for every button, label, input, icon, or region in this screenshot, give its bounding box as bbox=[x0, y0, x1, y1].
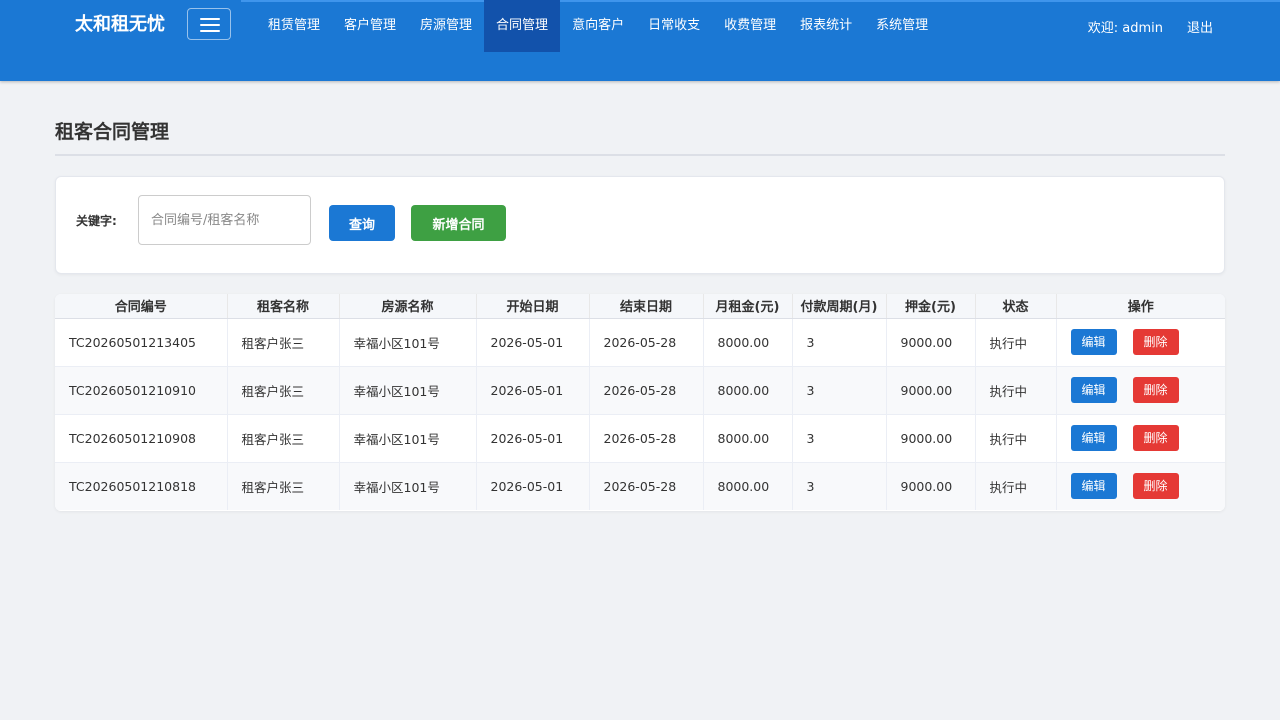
col-monthly-rent-cell: 8000.00 bbox=[703, 318, 793, 367]
col-status-cell: 执行中 bbox=[975, 414, 1057, 463]
actions-cell: 编辑 删除 bbox=[1056, 462, 1225, 510]
delete-button[interactable]: 删除 bbox=[1132, 329, 1179, 355]
table-header-row: 合同编号 租客名称 房源名称 开始日期 结束日期 月租金(元) 付款周期(月) 押金(元) 状态… bbox=[55, 294, 1225, 319]
col-monthly-rent-header: 月租金(元) bbox=[703, 294, 793, 319]
col-tenant-name-cell: 租客户张三 bbox=[227, 462, 340, 510]
col-property-name-cell: 幸福小区101号 bbox=[339, 414, 477, 463]
logout-link[interactable]: 退出 bbox=[1187, 17, 1213, 36]
add-contract-button[interactable]: 新增合同 bbox=[411, 205, 506, 241]
col-end-date-cell: 2026-05-28 bbox=[589, 318, 704, 367]
nav-item-system[interactable]: 系统管理 bbox=[864, 0, 940, 52]
col-deposit-cell: 9000.00 bbox=[886, 318, 976, 367]
col-monthly-rent-cell: 8000.00 bbox=[703, 414, 793, 463]
col-contract-no-cell: TC20260501213405 bbox=[55, 318, 228, 367]
col-status-cell: 执行中 bbox=[975, 366, 1057, 415]
table-row: TC20260501210908 租客户张三 幸福小区101号 2026-05-01 2… bbox=[55, 414, 1225, 463]
edit-button[interactable]: 编辑 bbox=[1070, 425, 1117, 451]
col-status-cell: 执行中 bbox=[975, 318, 1057, 367]
col-property-name-cell: 幸福小区101号 bbox=[339, 462, 477, 510]
col-monthly-rent-cell: 8000.00 bbox=[703, 462, 793, 510]
delete-button[interactable]: 删除 bbox=[1132, 425, 1179, 451]
col-property-name-cell: 幸福小区101号 bbox=[339, 318, 477, 367]
title-divider bbox=[55, 154, 1225, 156]
col-payment-cycle-cell: 3 bbox=[792, 462, 887, 510]
col-actions-header: 操作 bbox=[1056, 294, 1225, 319]
main-nav: 租赁管理 客户管理 房源管理 合同管理 意向客户 日常收支 收费管理 报表统计 系统管理 bbox=[256, 0, 940, 52]
nav-item-rental[interactable]: 租赁管理 bbox=[256, 0, 332, 52]
nav-item-daily-finance[interactable]: 日常收支 bbox=[636, 0, 712, 52]
col-contract-no-header: 合同编号 bbox=[55, 294, 228, 319]
col-deposit-cell: 9000.00 bbox=[886, 462, 976, 510]
col-start-date-cell: 2026-05-01 bbox=[476, 414, 590, 463]
col-payment-cycle-cell: 3 bbox=[792, 414, 887, 463]
col-end-date-cell: 2026-05-28 bbox=[589, 414, 704, 463]
search-panel: 关键字: 查询 新增合同 bbox=[55, 176, 1225, 274]
nav-item-prospect[interactable]: 意向客户 bbox=[560, 0, 636, 52]
welcome-text: 欢迎: admin bbox=[1087, 20, 1163, 36]
query-button[interactable]: 查询 bbox=[329, 205, 395, 241]
edit-button[interactable]: 编辑 bbox=[1070, 377, 1117, 403]
col-start-date-header: 开始日期 bbox=[476, 294, 590, 319]
edit-button[interactable]: 编辑 bbox=[1070, 473, 1117, 500]
col-tenant-name-cell: 租客户张三 bbox=[227, 414, 340, 463]
contract-table-card: 合同编号 租客名称 房源名称 开始日期 结束日期 月租金(元) 付款周期(月) 押金(元) 状态… bbox=[55, 294, 1225, 511]
menu-toggle-button[interactable] bbox=[187, 8, 231, 40]
col-payment-cycle-cell: 3 bbox=[792, 366, 887, 415]
contract-table: 合同编号 租客名称 房源名称 开始日期 结束日期 月租金(元) 付款周期(月) 押金(元) 状态… bbox=[55, 294, 1225, 510]
nav-item-property[interactable]: 房源管理 bbox=[408, 0, 484, 52]
actions-cell: 编辑 删除 bbox=[1056, 414, 1225, 463]
col-monthly-rent-cell: 8000.00 bbox=[703, 366, 793, 415]
user-area: 欢迎: admin 退出 bbox=[1088, 0, 1213, 52]
col-deposit-cell: 9000.00 bbox=[886, 414, 976, 463]
keyword-search-input[interactable] bbox=[138, 195, 311, 245]
col-contract-no-cell: TC20260501210818 bbox=[55, 462, 228, 510]
delete-button[interactable]: 删除 bbox=[1132, 377, 1179, 403]
col-start-date-cell: 2026-05-01 bbox=[476, 366, 590, 415]
delete-button[interactable]: 删除 bbox=[1132, 473, 1179, 500]
nav-item-customer[interactable]: 客户管理 bbox=[332, 0, 408, 52]
nav-item-contract[interactable]: 合同管理 bbox=[484, 0, 561, 52]
table-row: TC20260501210818 租客户张三 幸福小区101号 2026-05-01 2… bbox=[55, 462, 1225, 510]
table-body: TC20260501213405 租客户张三 幸福小区101号 2026-05-01 2… bbox=[55, 318, 1225, 510]
edit-button[interactable]: 编辑 bbox=[1070, 329, 1117, 355]
col-end-date-cell: 2026-05-28 bbox=[589, 462, 704, 510]
col-start-date-cell: 2026-05-01 bbox=[476, 462, 590, 510]
col-tenant-name-cell: 租客户张三 bbox=[227, 318, 340, 367]
col-end-date-header: 结束日期 bbox=[589, 294, 704, 319]
col-deposit-header: 押金(元) bbox=[886, 294, 976, 319]
col-payment-cycle-cell: 3 bbox=[792, 318, 887, 367]
nav-item-charges[interactable]: 收费管理 bbox=[712, 0, 788, 52]
page-title: 租客合同管理 bbox=[55, 121, 170, 143]
col-property-name-cell: 幸福小区101号 bbox=[339, 366, 477, 415]
actions-cell: 编辑 删除 bbox=[1056, 318, 1225, 367]
col-end-date-cell: 2026-05-28 bbox=[589, 366, 704, 415]
table-row: TC20260501213405 租客户张三 幸福小区101号 2026-05-01 2… bbox=[55, 318, 1225, 367]
col-start-date-cell: 2026-05-01 bbox=[476, 318, 590, 367]
top-navbar: 太和租无忧 租赁管理 客户管理 房源管理 合同管理 意向客户 日常收支 收费管理 报表统计 系统… bbox=[0, 0, 1280, 81]
col-deposit-cell: 9000.00 bbox=[886, 366, 976, 415]
col-tenant-name-cell: 租客户张三 bbox=[227, 366, 340, 415]
col-contract-no-cell: TC20260501210910 bbox=[55, 366, 228, 415]
col-contract-no-cell: TC20260501210908 bbox=[55, 414, 228, 463]
actions-cell: 编辑 删除 bbox=[1056, 366, 1225, 415]
nav-item-reports[interactable]: 报表统计 bbox=[788, 0, 864, 52]
col-property-name-header: 房源名称 bbox=[339, 294, 477, 319]
keyword-label: 关键字: bbox=[76, 214, 117, 228]
col-tenant-name-header: 租客名称 bbox=[227, 294, 340, 319]
col-status-cell: 执行中 bbox=[975, 462, 1057, 510]
table-row: TC20260501210910 租客户张三 幸福小区101号 2026-05-01 2… bbox=[55, 366, 1225, 415]
app-brand[interactable]: 太和租无忧 bbox=[75, 13, 165, 37]
col-status-header: 状态 bbox=[975, 294, 1057, 319]
col-payment-cycle-header: 付款周期(月) bbox=[792, 294, 887, 319]
